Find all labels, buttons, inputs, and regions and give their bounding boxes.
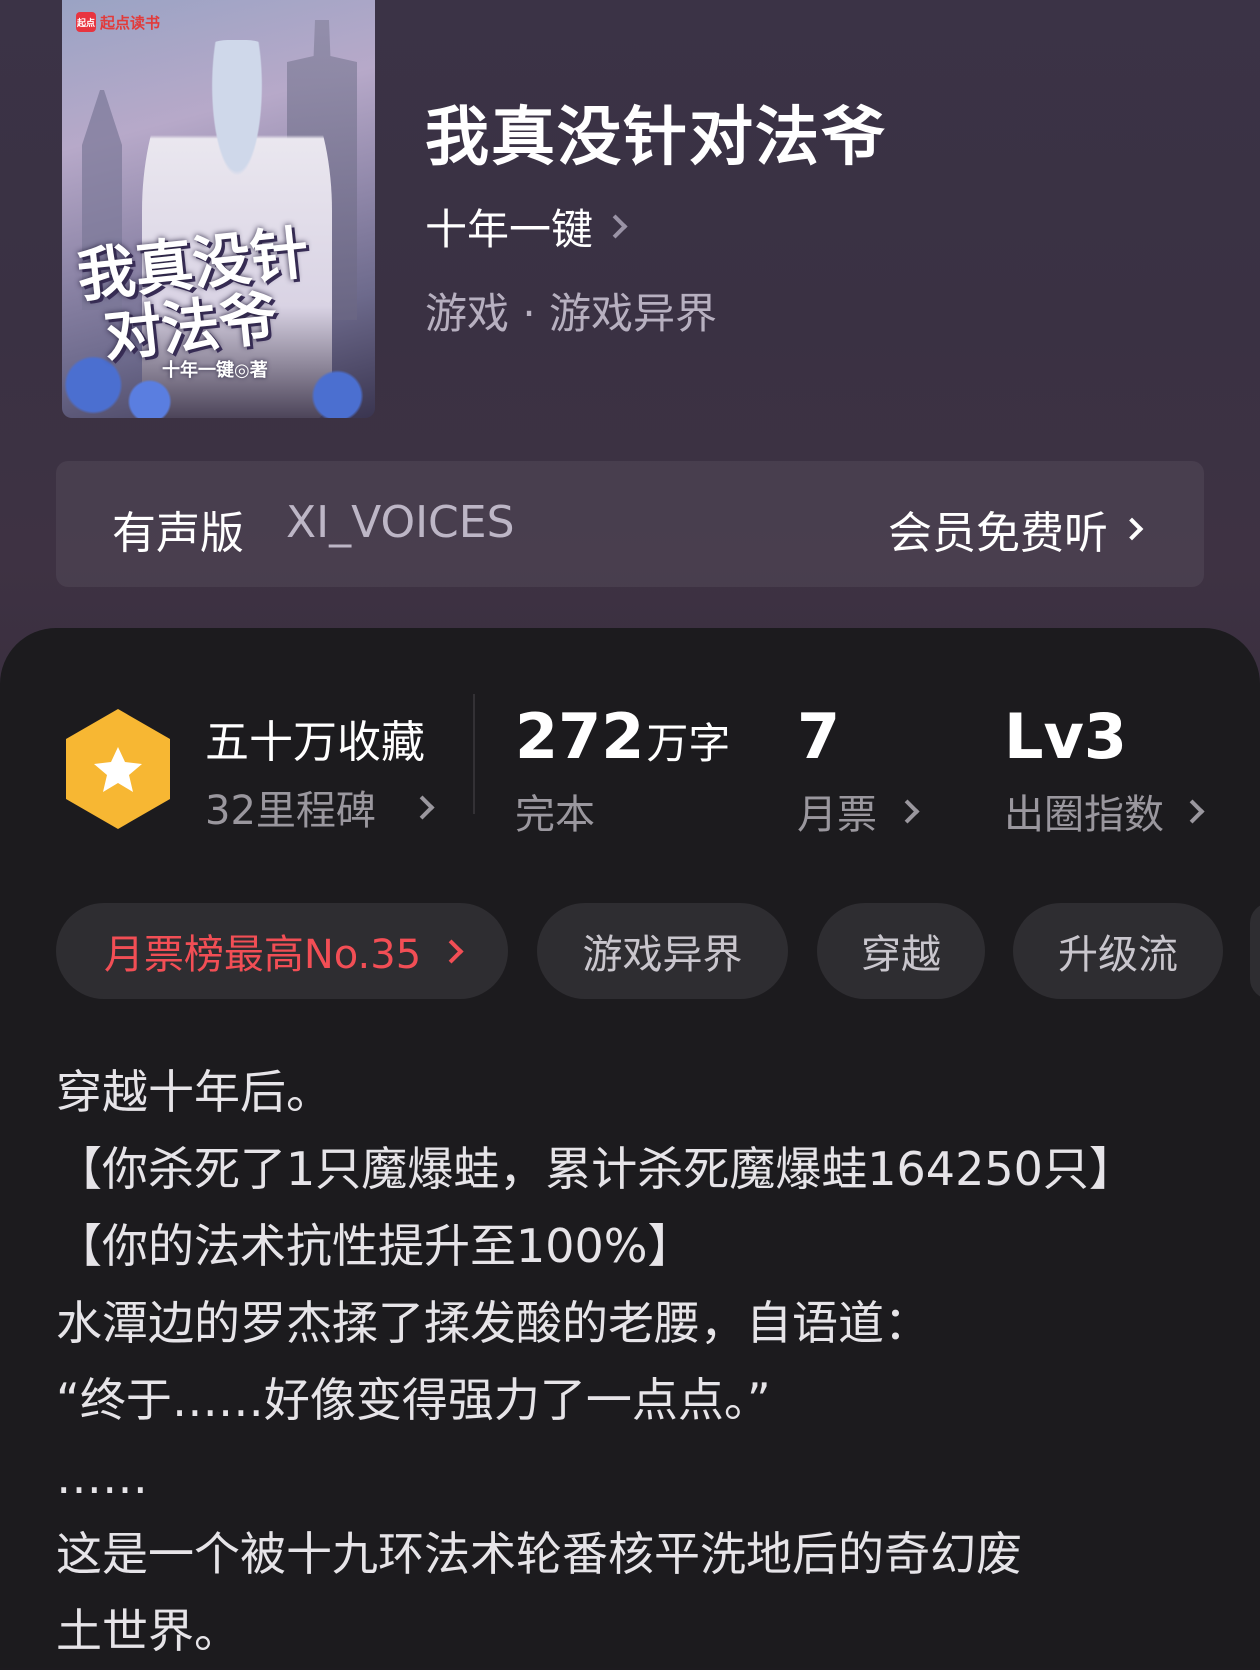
milestones-label: 32里程碑	[205, 788, 376, 834]
tag-rank-label: 月票榜最高No.35	[103, 932, 422, 978]
chevron-right-icon	[603, 214, 628, 239]
tag-rank[interactable]: 月票榜最高No.35	[56, 903, 508, 999]
popularity-index-link[interactable]: 出圈指数	[1004, 782, 1205, 840]
monthly-votes-label: 月票	[797, 792, 877, 838]
audiobook-voice: XI_VOICES	[286, 497, 515, 548]
favorites-count: 五十万收藏	[205, 717, 425, 768]
chevron-right-icon	[895, 798, 920, 824]
description-line: 水潭边的罗杰揉了揉发酸的老腰，自语道：	[56, 1296, 930, 1350]
tag-next-partial[interactable]	[1250, 903, 1260, 999]
milestones-link[interactable]: 32里程碑	[205, 778, 435, 836]
tag-game-world[interactable]: 游戏异界	[537, 903, 788, 999]
word-count-unit: 万字	[646, 719, 731, 768]
member-listen-button[interactable]: 会员免费听	[888, 497, 1144, 561]
description-line: 这是一个被十九环法术轮番核平洗地后的奇幻废	[56, 1527, 1022, 1581]
popularity-level-value: Lv3	[1004, 700, 1128, 773]
book-cover[interactable]: 起点 起点读书 我真没针 对法爷 十年一键◎著	[62, 0, 375, 418]
brand-logo-icon: 起点	[76, 12, 96, 32]
audiobook-label: 有声版	[112, 508, 244, 559]
tag-time-travel[interactable]: 穿越	[817, 903, 985, 999]
member-listen-label: 会员免费听	[888, 508, 1108, 559]
cover-author: 十年一键◎著	[162, 360, 268, 381]
description-line: ……	[56, 1450, 148, 1504]
author-name: 十年一键	[425, 205, 594, 254]
book-genre: 游戏 · 游戏异界	[425, 289, 718, 338]
word-count-value: 272	[515, 700, 645, 773]
stats-divider	[473, 694, 475, 814]
chevron-right-icon	[1120, 517, 1144, 541]
monthly-votes-link[interactable]: 月票	[797, 782, 920, 840]
description-line: 【你杀死了1只魔爆蛙，累计杀死魔爆蛙164250只】	[56, 1142, 1135, 1196]
popularity-index-label: 出圈指数	[1004, 792, 1164, 838]
book-title: 我真没针对法爷	[425, 100, 887, 175]
chevron-right-icon	[410, 794, 435, 820]
word-count: 272万字	[515, 700, 730, 773]
audiobook-bar[interactable]: 有声版 XI_VOICES 会员免费听	[56, 461, 1204, 587]
monthly-votes-value: 7	[797, 700, 841, 773]
book-status: 完本	[515, 792, 595, 838]
description-line: 土世界。	[56, 1604, 240, 1658]
tag-level-up[interactable]: 升级流	[1013, 903, 1223, 999]
description-line: “终于……好像变得强力了一点点。”	[56, 1373, 771, 1427]
brand-name: 起点读书	[100, 13, 161, 32]
description-line: 【你的法术抗性提升至100%】	[56, 1219, 694, 1273]
book-description: 穿越十年后。 【你杀死了1只魔爆蛙，累计杀死魔爆蛙164250只】 【你的法术抗…	[56, 1054, 1216, 1670]
description-line: 穿越十年后。	[56, 1065, 332, 1119]
chevron-right-icon	[1180, 798, 1205, 824]
star-badge-icon[interactable]	[62, 707, 174, 831]
tag-list: 月票榜最高No.35 游戏异界 穿越 升级流	[56, 903, 1260, 999]
chevron-right-icon	[439, 938, 464, 964]
author-link[interactable]: 十年一键	[425, 196, 628, 257]
cover-brand: 起点 起点读书	[72, 10, 168, 34]
